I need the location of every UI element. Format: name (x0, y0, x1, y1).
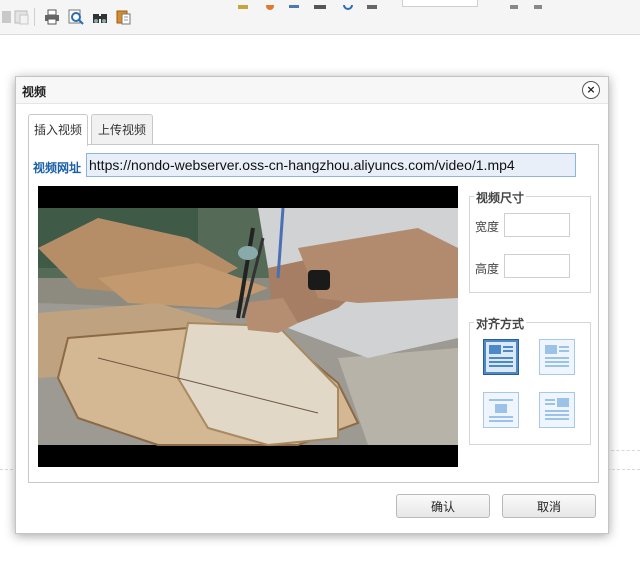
dialog-title: 视频 (22, 85, 47, 99)
video-preview[interactable] (38, 186, 458, 467)
paste-text-icon[interactable] (2, 9, 12, 25)
align-center-icon (539, 392, 575, 428)
height-input[interactable] (504, 254, 570, 278)
video-size-legend: 视频尺寸 (474, 189, 527, 206)
align-right-option[interactable] (483, 392, 519, 428)
align-right-icon (483, 392, 519, 428)
align-none-icon (483, 339, 519, 375)
toolbar-icon-partial-5[interactable] (340, 0, 356, 10)
align-none-option[interactable] (483, 339, 519, 375)
toolbar-icon-partial-4[interactable] (312, 0, 328, 9)
format-select[interactable] (402, 0, 478, 7)
dialog-titlebar[interactable]: 视频 × (16, 77, 608, 104)
height-label: 高度 (475, 262, 500, 276)
ok-button[interactable]: 确认 (396, 494, 490, 518)
find-replace-icon[interactable] (92, 9, 108, 25)
video-preview-frame (38, 186, 458, 467)
video-dialog: 视频 × 插入视频 上传视频 视频网址 https://nondo-webser… (15, 76, 609, 534)
align-left-option[interactable] (539, 339, 575, 375)
preview-icon[interactable] (68, 9, 84, 25)
cancel-button[interactable]: 取消 (502, 494, 596, 518)
width-label: 宽度 (475, 220, 500, 234)
toolbar-icon-partial-6[interactable] (364, 0, 380, 9)
tab-upload-video[interactable]: 上传视频 (91, 114, 153, 145)
toolbar-icon-partial-7[interactable] (506, 0, 522, 9)
video-size-fieldset: 视频尺寸 (469, 189, 591, 293)
page-break-line-right (606, 450, 640, 451)
align-center-option[interactable] (539, 392, 575, 428)
editor-toolbar (0, 0, 640, 35)
print-icon[interactable] (44, 9, 60, 25)
toolbar-icon-partial-2[interactable] (262, 0, 278, 10)
align-left-icon (539, 339, 575, 375)
video-url-input[interactable] (86, 153, 576, 177)
alignment-legend: 对齐方式 (474, 315, 527, 332)
toolbar-icon-partial-1[interactable] (236, 0, 252, 9)
url-label: 视频网址 (33, 161, 82, 175)
toolbar-separator (34, 8, 35, 26)
template-icon[interactable] (116, 9, 132, 25)
width-input[interactable] (504, 213, 570, 237)
paste-word-icon[interactable] (14, 9, 30, 25)
toolbar-icon-partial-8[interactable] (530, 0, 546, 9)
toolbar-icon-partial-3[interactable] (286, 0, 302, 8)
tab-insert-video[interactable]: 插入视频 (28, 114, 88, 146)
close-icon[interactable]: × (582, 81, 600, 99)
